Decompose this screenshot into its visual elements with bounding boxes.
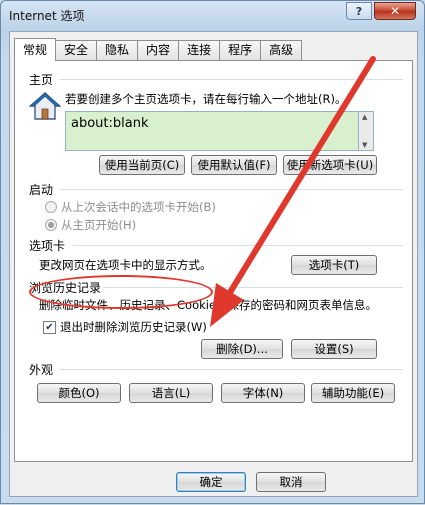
tab-general[interactable]: 常规 — [14, 38, 57, 61]
internet-options-window: Internet 选项 ? ✕ 常规 安全 隐私 内容 连接 程序 高级 主页 … — [0, 0, 425, 504]
annotation-arrow — [210, 56, 376, 327]
